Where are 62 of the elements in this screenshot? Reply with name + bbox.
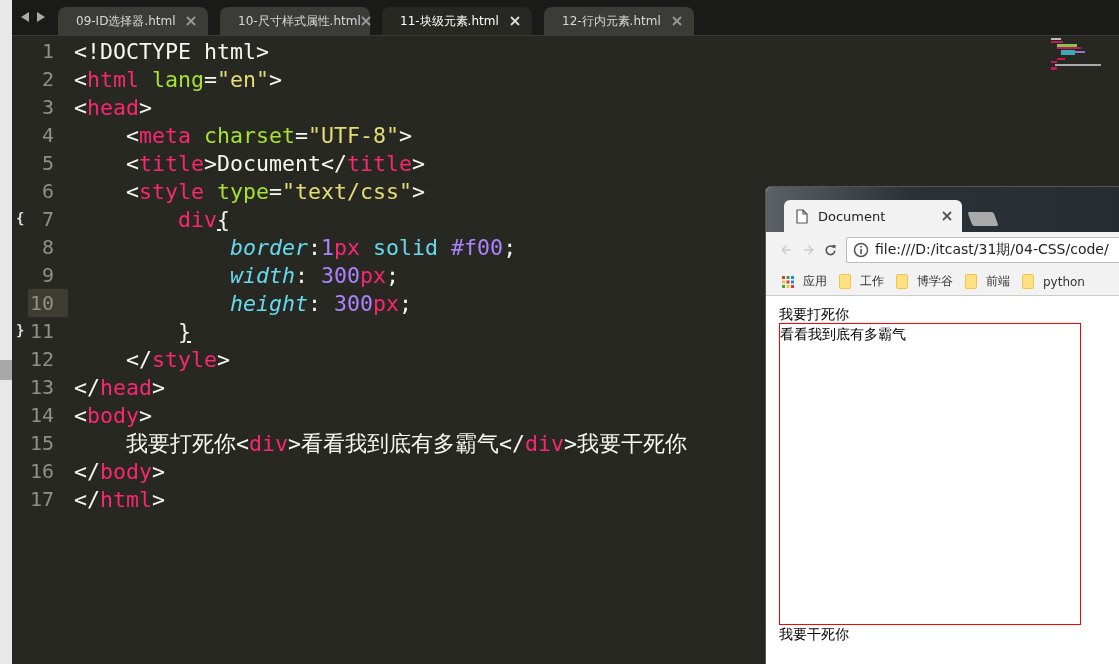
code-line: <title>Document</title> bbox=[125, 150, 426, 176]
bookmark[interactable]: 工作 bbox=[839, 273, 884, 290]
folder-icon bbox=[896, 274, 908, 289]
line-number: 5 bbox=[40, 150, 55, 177]
line-number: 15 bbox=[28, 430, 55, 457]
line-number: 2 bbox=[40, 66, 55, 93]
line-number: 13 bbox=[28, 374, 55, 401]
code-line: <html lang="en"> bbox=[73, 66, 283, 92]
fold-marker[interactable]: { bbox=[16, 210, 25, 226]
new-tab-button[interactable] bbox=[967, 212, 999, 226]
page-text: 我要打死你 bbox=[779, 305, 849, 323]
code-line: } bbox=[177, 318, 192, 344]
folder-icon bbox=[1022, 274, 1034, 289]
line-number: 16 bbox=[28, 458, 55, 485]
code-line: width: 300px; bbox=[229, 262, 400, 288]
browser-tab[interactable]: Document bbox=[784, 200, 962, 232]
line-number: 6 bbox=[40, 178, 55, 205]
line-number: 3 bbox=[40, 94, 55, 121]
line-number: 9 bbox=[40, 262, 55, 289]
code-line: <!DOCTYPE html> bbox=[73, 38, 269, 64]
line-number: 4 bbox=[40, 122, 55, 149]
file-tab[interactable]: 11-块级元素.html bbox=[382, 7, 532, 35]
file-tab[interactable]: 09-ID选择器.html bbox=[58, 7, 208, 35]
close-icon[interactable] bbox=[942, 211, 952, 221]
file-tab[interactable]: 12-行内元素.html bbox=[544, 7, 694, 35]
code-line: height: 300px; bbox=[229, 290, 413, 316]
code-line: <meta charset="UTF-8"> bbox=[125, 122, 413, 148]
file-tab[interactable]: 10-尺寸样式属性.html bbox=[220, 7, 370, 35]
code-line: </body> bbox=[73, 458, 166, 484]
code-line: </style> bbox=[125, 346, 231, 372]
folder-icon bbox=[839, 274, 851, 289]
fold-marker[interactable]: } bbox=[16, 322, 25, 338]
code-line: border:1px solid #f00; bbox=[229, 234, 517, 260]
page-icon bbox=[796, 208, 808, 224]
line-number: 12 bbox=[28, 346, 55, 373]
address-field[interactable]: file:///D:/itcast/31期/04-CSS/code/ bbox=[846, 237, 1119, 263]
line-number: 1 bbox=[40, 38, 55, 65]
bookmark[interactable]: 应用 bbox=[782, 273, 827, 290]
line-number: 8 bbox=[40, 234, 55, 261]
bookmark[interactable]: 前端 bbox=[965, 273, 1010, 290]
code-line: <body> bbox=[73, 402, 153, 428]
apps-grid-icon bbox=[782, 275, 794, 288]
line-number: 11 bbox=[28, 318, 55, 345]
line-number: 7 bbox=[40, 206, 55, 233]
code-line: div{ bbox=[177, 206, 231, 232]
info-icon[interactable] bbox=[853, 242, 869, 258]
box-text: 看看我到底有多霸气 bbox=[780, 326, 906, 342]
line-number: 10 bbox=[28, 289, 68, 317]
code-line: </html> bbox=[73, 486, 166, 512]
code-line: 我要打死你<div>看看我到底有多霸气</div>我要干死你 bbox=[125, 429, 688, 458]
line-number: 17 bbox=[28, 486, 55, 513]
code-line: <head> bbox=[73, 94, 153, 120]
folder-icon bbox=[965, 274, 977, 289]
bookmark[interactable]: 博学谷 bbox=[896, 273, 953, 290]
code-line: </head> bbox=[73, 374, 166, 400]
page-text: 我要干死你 bbox=[779, 625, 849, 643]
tab-scroll-arrows-icon[interactable] bbox=[20, 11, 46, 23]
line-number: 14 bbox=[28, 402, 55, 429]
close-icon[interactable] bbox=[360, 16, 371, 26]
code-line: <style type="text/css"> bbox=[125, 178, 426, 204]
bookmark[interactable]: python bbox=[1022, 274, 1085, 289]
scroll-marker bbox=[0, 360, 12, 380]
